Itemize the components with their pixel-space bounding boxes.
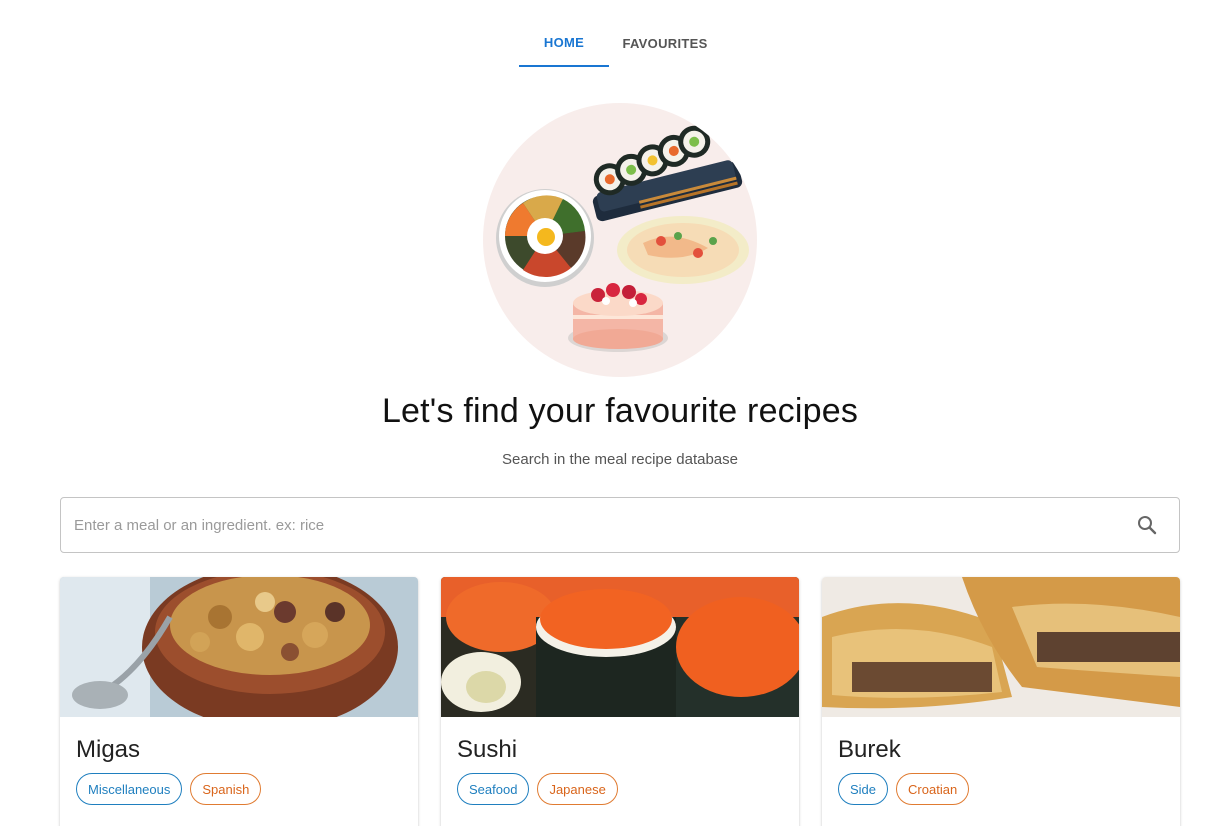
area-chip[interactable]: Spanish: [190, 773, 262, 805]
meal-tags: Miscellaneous Spanish: [76, 773, 262, 805]
tab-home[interactable]: HOME: [519, 20, 609, 67]
category-chip[interactable]: Side: [838, 773, 889, 805]
search-button[interactable]: [1135, 513, 1159, 537]
meal-card[interactable]: Burek Side Croatian: [822, 577, 1180, 826]
meal-image: [822, 577, 1180, 717]
search-input[interactable]: [74, 498, 1114, 552]
area-chip[interactable]: Japanese: [537, 773, 618, 805]
meal-image: [441, 577, 799, 717]
meal-image: [60, 577, 418, 717]
search-box: [60, 497, 1180, 553]
meal-card[interactable]: Migas Miscellaneous Spanish: [60, 577, 418, 826]
search-icon: [1138, 516, 1157, 535]
area-chip[interactable]: Croatian: [896, 773, 970, 805]
tab-favourites[interactable]: FAVOURITES: [609, 20, 721, 67]
category-chip[interactable]: Miscellaneous: [76, 773, 183, 805]
category-chip[interactable]: Seafood: [457, 773, 530, 805]
food-illustration: [496, 125, 749, 352]
meal-name: Migas: [76, 736, 141, 763]
meal-card[interactable]: Sushi Seafood Japanese: [441, 577, 799, 826]
meal-tags: Seafood Japanese: [457, 773, 618, 805]
nav-tabs: HOME FAVOURITES: [519, 20, 721, 67]
page-title: Let's find your favourite recipes: [381, 392, 859, 430]
page-subtitle: Search in the meal recipe database: [502, 451, 738, 468]
hero-illustration: [483, 103, 757, 377]
meal-name: Sushi: [457, 736, 518, 763]
meal-name: Burek: [838, 736, 901, 763]
meal-tags: Side Croatian: [838, 773, 970, 805]
